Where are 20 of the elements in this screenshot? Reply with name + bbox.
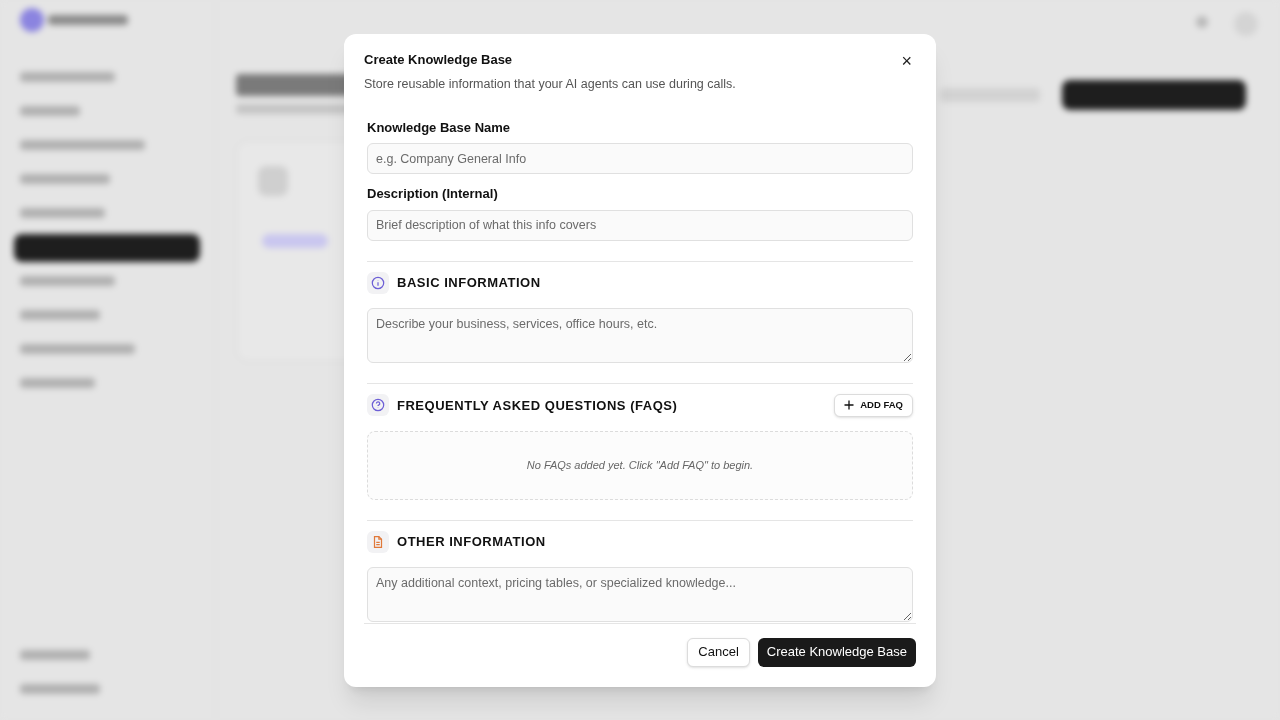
field-label: Knowledge Base Name [367, 118, 512, 137]
input-field[interactable]: e.g. Company General Info [367, 143, 913, 175]
close-button[interactable]: × [897, 51, 916, 70]
dialog-subtitle: Store reusable information that your AI agents can use during calls. [364, 76, 736, 93]
plus-icon [844, 400, 855, 411]
text-area[interactable]: Any additional context, pricing tables, or specialized knowledge... [367, 566, 913, 622]
document-icon [367, 530, 389, 553]
add-faq-button[interactable]: ADD FAQ [834, 393, 913, 417]
field-label: Description (Internal) [367, 185, 499, 204]
dialog-title: Create Knowledge Base [364, 50, 514, 69]
help-icon [367, 394, 389, 417]
cancel-button[interactable]: Cancel [687, 637, 750, 667]
text-area[interactable]: Describe your business, services, office hours, etc. [367, 307, 913, 363]
empty-message: No FAQs added yet. Click "Add FAQ" to begin. [526, 458, 754, 473]
input-field[interactable]: Brief description of what this info covers [367, 209, 913, 241]
section-heading: BASIC INFORMATION [397, 274, 541, 292]
info-icon [367, 271, 389, 294]
create-button[interactable]: Create Knowledge Base [757, 637, 916, 667]
section-heading: OTHER INFORMATION [397, 533, 546, 551]
section-heading: FREQUENTLY ASKED QUESTIONS (FAQS) [397, 396, 678, 415]
